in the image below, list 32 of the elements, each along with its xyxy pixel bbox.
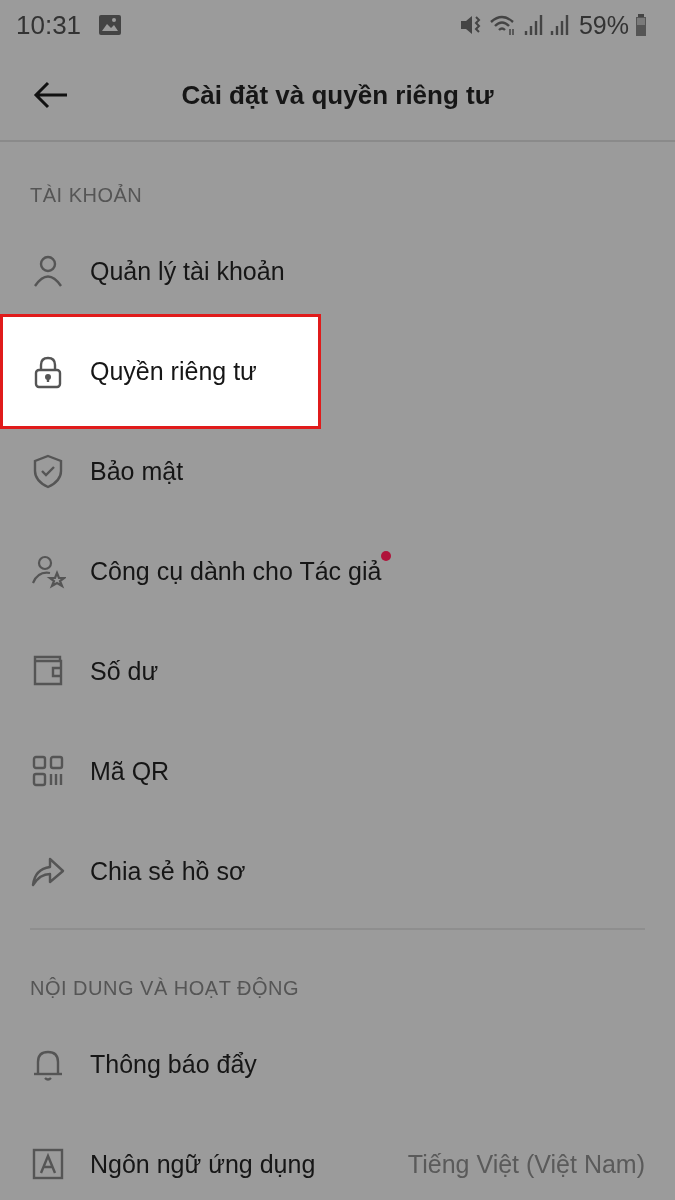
grid-icon — [30, 753, 66, 789]
item-label: Quyền riêng tư — [90, 357, 257, 386]
status-time: 10:31 — [16, 9, 82, 41]
settings-item[interactable]: Công cụ dành cho Tác giả — [0, 521, 675, 621]
item-label: Chia sẻ hồ sơ — [90, 856, 246, 886]
item-label: Thông báo đẩy — [90, 1049, 257, 1079]
item-label: Số dư — [90, 656, 159, 686]
signal-icon — [522, 13, 543, 37]
settings-item[interactable]: Ngôn ngữ ứng dụng Tiếng Việt (Việt Nam) — [0, 1114, 675, 1200]
battery-percent: 59% — [578, 10, 629, 40]
item-label: Mã QR — [90, 756, 170, 786]
item-label: Ngôn ngữ ứng dụng — [90, 1149, 316, 1179]
page-title: Cài đặt và quyền riêng tư — [181, 79, 494, 111]
mute-icon — [458, 13, 483, 37]
settings-item[interactable]: Thông báo đẩy — [0, 1014, 675, 1114]
settings-item[interactable]: Chia sẻ hồ sơ — [0, 821, 675, 921]
image-icon — [99, 15, 122, 35]
battery-icon — [635, 13, 647, 37]
item-label: Quản lý tài khoản — [90, 256, 285, 286]
section-heading: NỘI DUNG VÀ HOẠT ĐỘNG — [30, 977, 300, 1000]
letter-a-icon — [30, 1146, 66, 1182]
person-star-icon — [30, 553, 66, 589]
settings-item[interactable]: Mã QR — [0, 721, 675, 821]
item-label: Công cụ dành cho Tác giả — [90, 556, 382, 586]
section-heading: TÀI KHOẢN — [30, 184, 143, 207]
wifi-icon — [488, 13, 517, 37]
settings-item[interactable]: Số dư — [0, 621, 675, 721]
signal-icon — [548, 13, 569, 37]
item-value: Tiếng Việt (Việt Nam) — [407, 1149, 645, 1179]
back-arrow-icon[interactable] — [33, 80, 69, 110]
item-label: Bảo mật — [90, 456, 184, 486]
settings-item[interactable]: Quyền riêng tư — [0, 314, 321, 429]
